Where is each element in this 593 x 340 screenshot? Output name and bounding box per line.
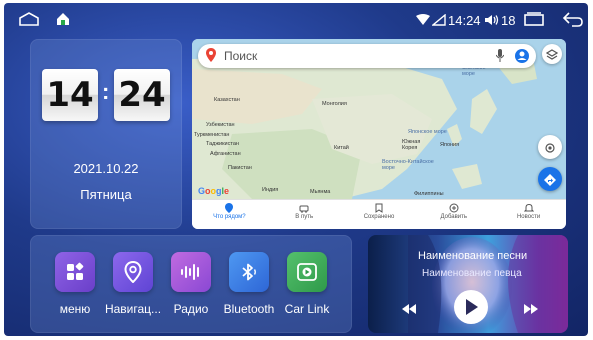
layers-button[interactable] [542,44,562,64]
map-label: Таджикистан [206,141,239,147]
app-label: меню [59,302,91,316]
map-widget[interactable]: Казахстан Монголия Узбекистан Туркменист… [192,39,566,229]
status-time: 14:24 [448,13,481,28]
map-label: Туркменистан [194,132,230,138]
home-outline-icon[interactable] [18,12,40,31]
map-bottom-nav: Что рядом? В путь Сохранено Добавить Нов… [192,199,566,229]
nav-contribute[interactable]: Добавить [416,200,491,229]
music-widget[interactable]: Наименование песни Наименование певца [368,235,568,333]
bookmark-icon [375,203,383,213]
nav-updates[interactable]: Новости [491,200,566,229]
wifi-icon [416,13,430,31]
car-icon [299,205,309,213]
play-icon [466,299,478,320]
clock-weekday: Пятница [80,187,132,202]
volume-level: 18 [501,13,516,28]
car-link-icon [287,252,327,292]
nav-explore[interactable]: Что рядом? [192,200,267,229]
clock-separator: : [102,79,110,104]
bell-icon [523,203,534,212]
clock-date: 2021.10.22 [73,161,139,176]
status-bar: 14:24 18 [4,3,588,35]
clock-minutes: 24 [114,69,170,121]
map-label: Пакистан [228,165,252,171]
clock-widget[interactable]: 14 : 24 2021.10.22 Пятница [30,39,182,229]
app-car-link[interactable]: Car Link [275,252,339,316]
map-label: Индия [262,187,279,193]
radio-wave-icon [171,252,211,292]
app-label: Радио [173,302,209,316]
map-label: Япония [440,142,460,148]
app-label: Навигац... [104,302,162,316]
my-location-button[interactable] [538,135,562,159]
clock-hours: 14 [42,69,98,121]
map-label: Монголия [322,101,347,107]
map-label: Китай [334,145,349,151]
previous-track-icon[interactable] [402,301,416,319]
volume-icon[interactable] [484,13,500,31]
map-label: Восточно-Китайское море [382,159,434,171]
next-track-icon[interactable] [524,301,538,319]
menu-grid-icon [55,252,95,292]
search-placeholder: Поиск [224,49,258,63]
home-app-icon[interactable] [56,12,70,31]
apps-dock: меню Навигац... Радио Bluetooth Car Link [30,235,352,333]
nav-label: Сохранено [363,214,395,220]
bluetooth-icon [229,252,269,292]
launcher-screen: 14:24 18 14 : 24 2021.10.22 Пятница Каза… [4,3,588,336]
add-circle-icon [449,203,459,213]
song-artist: Наименование певца [422,268,522,279]
nav-label: В путь [295,214,314,220]
map-label: Южная Корея [402,139,421,151]
map-search-bar[interactable]: Поиск [198,44,536,68]
map-label: Японское море [408,129,447,135]
directions-button[interactable] [538,167,562,191]
map-label: Узбекистан [206,122,235,128]
maps-pin-icon [206,48,216,67]
nav-saved[interactable]: Сохранено [342,200,417,229]
google-logo: Google [198,186,230,196]
song-title: Наименование песни [418,250,528,262]
map-label: Мьянма [310,189,331,195]
app-menu[interactable]: меню [43,252,107,316]
location-pin-icon [113,252,153,292]
back-icon[interactable] [562,11,584,32]
app-radio[interactable]: Радио [159,252,223,316]
account-icon[interactable] [514,48,530,69]
signal-icon [431,13,446,31]
play-button[interactable] [454,290,488,324]
nav-commute[interactable]: В путь [267,200,342,229]
layers-icon [545,48,559,66]
map-label: Филиппины [414,191,444,197]
app-navigation[interactable]: Навигац... [101,252,165,316]
map-label: Афганистан [210,151,241,157]
explore-pin-icon [225,203,234,213]
directions-icon [544,173,556,191]
app-label: Bluetooth [223,302,275,316]
gps-target-icon [544,141,556,159]
app-label: Car Link [284,302,330,316]
nav-label: Что рядом? [213,214,246,220]
nav-label: Добавить [440,214,468,220]
recent-apps-icon[interactable] [524,12,544,31]
nav-label: Новости [516,214,541,220]
microphone-icon[interactable] [495,49,505,68]
app-bluetooth[interactable]: Bluetooth [217,252,281,316]
map-label: Казахстан [214,97,240,103]
